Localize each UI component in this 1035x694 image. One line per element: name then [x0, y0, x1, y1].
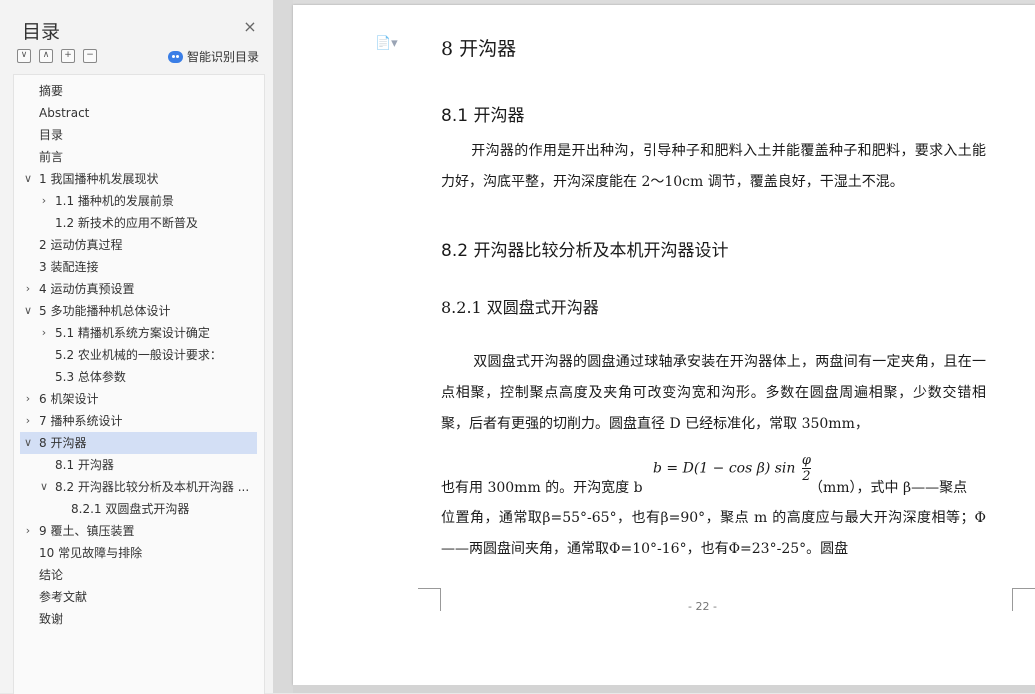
expand-up-icon[interactable]: ∧ [39, 49, 53, 63]
body-paragraph-1: 开沟器的作用是开出种沟，引导种子和肥料入土并能覆盖种子和肥料，要求入土能力好，沟… [441, 136, 986, 198]
toc-item[interactable]: 5.2 农业机械的一般设计要求： [20, 344, 257, 366]
toc-item[interactable]: ∨ 8 开沟器 [20, 432, 257, 454]
toc-item-label: 结论 [39, 568, 64, 582]
toc-item[interactable]: 8.2.1 双圆盘式开沟器 [20, 498, 257, 520]
toc-item-label: 摘要 [39, 84, 64, 98]
toc-item-label: 5 多功能播种机总体设计 [39, 304, 171, 318]
close-icon[interactable]: × [242, 19, 258, 35]
remove-heading-icon[interactable]: − [83, 49, 97, 63]
toc-list: 摘要 Abstract 目录前言 ∨ 1 我国播种机发展现状 › 1.1 播种机的发展前景 1… [13, 74, 265, 694]
toc-item[interactable]: ∨ 1 我国播种机发展现状 [20, 168, 257, 190]
fraction-numerator: φ [801, 453, 811, 469]
toc-item[interactable]: 1.2 新技术的应用不断普及 [20, 212, 257, 234]
page-bottom-gap [293, 685, 1035, 693]
toc-item[interactable]: 参考文献 [20, 586, 257, 608]
toc-item-label: 8.2.1 双圆盘式开沟器 [71, 502, 190, 516]
chevron-down-icon[interactable]: ∨ [22, 168, 34, 190]
toc-item-label: 前言 [39, 150, 64, 164]
toc-toolbar: ∨ ∧ + − [17, 49, 97, 63]
toc-item-label: 4 运动仿真预设置 [39, 282, 135, 296]
toc-item[interactable]: › 4 运动仿真预设置 [20, 278, 257, 300]
toc-item-label: 致谢 [39, 612, 64, 626]
toc-item-label: 9 覆土、镇压装置 [39, 524, 135, 538]
toc-item-label: 7 播种系统设计 [39, 414, 123, 428]
formula-suffix: （mm），式中 β——聚点 [809, 480, 968, 496]
toc-item-label: 参考文献 [39, 590, 88, 604]
scroll-gutter [273, 0, 293, 693]
toc-item-label: 3 装配连接 [39, 260, 99, 274]
toc-item-label: Abstract [39, 106, 90, 120]
chevron-right-icon[interactable]: › [22, 410, 34, 432]
toc-item-label: 2 运动仿真过程 [39, 238, 123, 252]
toc-item[interactable]: 摘要 [20, 80, 257, 102]
page-corner-mark-right [1012, 588, 1035, 611]
chevron-right-icon[interactable]: › [22, 388, 34, 410]
section-heading-8-2: 8.2 开沟器比较分析及本机开沟器设计 [441, 241, 729, 261]
chevron-right-icon[interactable]: › [22, 278, 34, 300]
toc-item[interactable]: 3 装配连接 [20, 256, 257, 278]
toc-item-label: 1 我国播种机发展现状 [39, 172, 159, 186]
toc-item[interactable]: › 7 播种系统设计 [20, 410, 257, 432]
toc-item-label: 6 机架设计 [39, 392, 99, 406]
toc-item-label: 8.2 开沟器比较分析及本机开沟器 ... [55, 480, 250, 494]
toc-item[interactable]: 结论 [20, 564, 257, 586]
toc-item[interactable]: › 9 覆土、镇压装置 [20, 520, 257, 542]
toc-item[interactable]: ∨ 5 多功能播种机总体设计 [20, 300, 257, 322]
smart-toc-label: 智能识别目录 [187, 50, 260, 64]
toc-sidebar: 目录 × ∨ ∧ + − 智能识别目录 摘要 Abstract 目录前言 ∨ 1 我国播… [0, 0, 273, 694]
toc-item-label: 目录 [39, 128, 64, 142]
document-icon[interactable]: 📄▾ [375, 36, 398, 51]
page-corner-mark-left [418, 588, 441, 611]
toc-item[interactable]: 目录 [20, 124, 257, 146]
toc-item[interactable]: 10 常见故障与排除 [20, 542, 257, 564]
add-heading-icon[interactable]: + [61, 49, 75, 63]
chevron-right-icon[interactable]: › [38, 190, 50, 212]
toc-item[interactable]: › 6 机架设计 [20, 388, 257, 410]
toc-item-label: 8.1 开沟器 [55, 458, 114, 472]
formula-line: 也有用 300mm 的。开沟宽度 b b = D(1 − cos β) sin … [441, 453, 986, 496]
toc-item[interactable]: › 1.1 播种机的发展前景 [20, 190, 257, 212]
toc-item[interactable]: 8.1 开沟器 [20, 454, 257, 476]
chevron-right-icon[interactable]: › [38, 322, 50, 344]
sidebar-title: 目录 [22, 21, 61, 43]
chevron-down-icon[interactable]: ∨ [22, 432, 34, 454]
toc-item[interactable]: ∨ 8.2 开沟器比较分析及本机开沟器 ... [20, 476, 257, 498]
toc-item-label: 5.1 精播机系统方案设计确定 [55, 326, 210, 340]
chapter-heading: 8 开沟器 [441, 38, 517, 60]
paragraph-text: 双圆盘式开沟器的圆盘通过球轴承安装在开沟器体上，两盘间有一定夹角，且在一点相聚，… [441, 354, 986, 432]
toc-item-label: 10 常见故障与排除 [39, 546, 143, 560]
body-paragraph-2: 双圆盘式开沟器的圆盘通过球轴承安装在开沟器体上，两盘间有一定夹角，且在一点相聚，… [441, 347, 986, 440]
toc-item[interactable]: 前言 [20, 146, 257, 168]
toc-item[interactable]: Abstract [20, 102, 257, 124]
page-number: - 22 - [688, 600, 717, 613]
chevron-right-icon[interactable]: › [22, 520, 34, 542]
paragraph-text: 开沟器的作用是开出种沟，引导种子和肥料入土并能覆盖种子和肥料，要求入土能力好，沟… [441, 143, 986, 190]
toc-item[interactable]: › 5.1 精播机系统方案设计确定 [20, 322, 257, 344]
formula-main: b = D(1 − cos β) sin [653, 460, 796, 477]
chevron-down-icon[interactable]: ∨ [38, 476, 50, 498]
body-paragraph-3: 位置角，通常取β=55°-65°，也有β=90°，聚点 m 的高度应与最大开沟深… [441, 510, 986, 557]
toc-item-label: 1.1 播种机的发展前景 [55, 194, 174, 208]
subsection-heading-8-2-1: 8.2.1 双圆盘式开沟器 [441, 298, 599, 317]
toc-item[interactable]: 2 运动仿真过程 [20, 234, 257, 256]
document-page: 📄▾ 8 开沟器 8.1 开沟器 开沟器的作用是开出种沟，引导种子和肥料入土并能… [293, 5, 1035, 685]
collapse-all-icon[interactable]: ∨ [17, 49, 31, 63]
formula: b = D(1 − cos β) sin φ 2 [653, 453, 811, 484]
chevron-down-icon[interactable]: ∨ [22, 300, 34, 322]
section-heading-8-1: 8.1 开沟器 [441, 106, 525, 126]
toc-item[interactable]: 5.3 总体参数 [20, 366, 257, 388]
toc-item-label: 1.2 新技术的应用不断普及 [55, 216, 198, 230]
toc-item-label: 8 开沟器 [39, 436, 87, 450]
smart-toc-button[interactable]: 智能识别目录 [168, 48, 259, 65]
toc-item[interactable]: 致谢 [20, 608, 257, 630]
toc-item-label: 5.2 农业机械的一般设计要求： [55, 348, 222, 362]
robot-icon [168, 50, 183, 63]
toc-item-label: 5.3 总体参数 [55, 370, 126, 384]
formula-prefix: 也有用 300mm 的。开沟宽度 b [441, 480, 643, 496]
